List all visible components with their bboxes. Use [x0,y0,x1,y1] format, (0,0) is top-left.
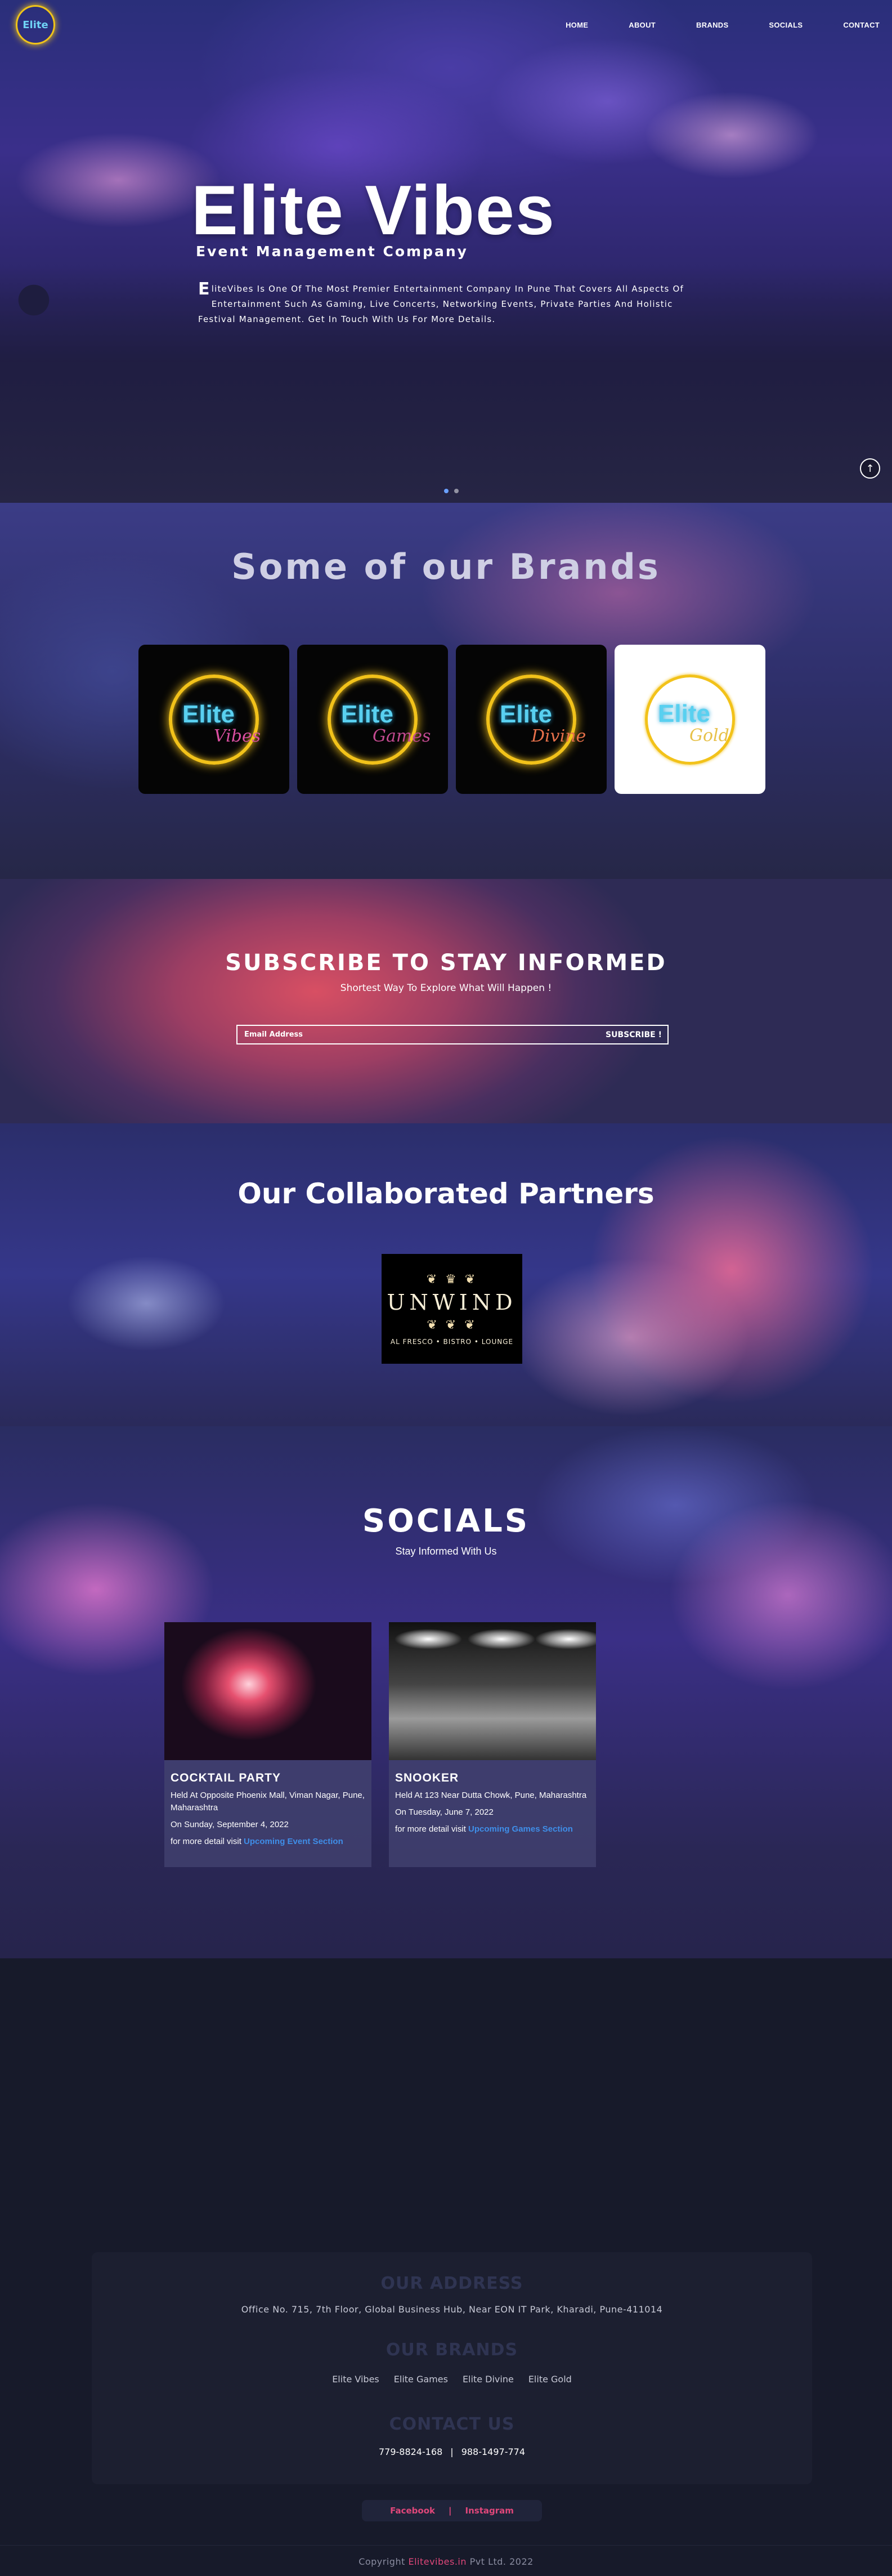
brand-card-gold[interactable]: Elite Gold [615,645,765,794]
socials-title: SOCIALS [362,1503,530,1539]
site-logo[interactable]: Elite [16,5,55,44]
event-more-link[interactable]: Upcoming Games Section [468,1824,573,1834]
brand-logo-sub: Games [373,726,431,746]
brand-cards: Elite Vibes Elite Games Elite Divine Eli… [138,645,765,794]
carousel-dot[interactable] [444,489,449,493]
footer-brand-link[interactable]: Elite Vibes [332,2374,379,2385]
divider [0,2545,892,2546]
event-location: Held At Opposite Phoenix Mall, Viman Nag… [171,1791,365,1812]
brand-logo-main: Elite [500,700,552,728]
address-heading: OUR ADDRESS [380,2274,523,2293]
logo-text: Elite [23,19,48,31]
nav-brands-link[interactable]: BRANDS [696,21,728,29]
footer-brand-link[interactable]: Elite Divine [463,2374,514,2385]
top-nav: Elite HOME ABOUT BRANDS SOCIALS CONTACT [0,0,892,50]
brands-heading: OUR BRANDS [386,2340,518,2360]
brand-card-divine[interactable]: Elite Divine [456,645,607,794]
event-more-prefix: for more detail visit [395,1824,469,1834]
nav-home-link[interactable]: HOME [566,21,588,29]
brand-logo-sub: Gold [689,725,729,745]
copyright: Copyright Elitevibes.in Pvt Ltd. 2022 [0,2556,892,2567]
brand-logo-main: Elite [658,699,710,727]
event-card-snooker[interactable]: SNOOKER Held At 123 Near Dutta Chowk, Pu… [389,1622,596,1867]
event-title: SNOOKER [395,1771,459,1784]
phone-link[interactable]: 988-1497-774 [461,2446,525,2457]
event-body: SNOOKER Held At 123 Near Dutta Chowk, Pu… [389,1760,596,1836]
nav-links: HOME ABOUT BRANDS SOCIALS CONTACT [566,21,880,29]
event-more: for more detail visit Upcoming Games Sec… [395,1823,590,1836]
hero-dropcap: E [198,279,210,299]
footer-brand-link[interactable]: Elite Gold [528,2374,572,2385]
subscribe-text: Shortest Way To Explore What Will Happen… [340,983,552,994]
hero-title: Elite Vibes [191,172,555,249]
subscribe-section: SUBSCRIBE TO STAY INFORMED Shortest Way … [0,879,892,1123]
footer: OUR ADDRESS Office No. 715, 7th Floor, G… [92,2252,812,2484]
brand-logo-main: Elite [182,700,235,728]
hero-carousel-dots [444,489,459,493]
event-image [389,1622,596,1760]
brand-logo-ring: Elite Vibes [169,674,261,765]
brands-section: Some of our Brands Elite Vibes Elite Gam… [0,503,892,879]
facebook-link[interactable]: Facebook [390,2506,435,2516]
brand-logo-sub: Vibes [214,726,261,746]
email-field[interactable] [237,1026,598,1043]
socials-subtitle: Stay Informed With Us [395,1546,497,1557]
brand-card-vibes[interactable]: Elite Vibes [138,645,289,794]
partners-section: Our Collaborated Partners ❦ ♛ ❦ UNWIND ❦… [0,1123,892,1426]
brands-title: Some of our Brands [231,546,661,587]
brand-logo-main: Elite [341,700,393,728]
copyright-prefix: Copyright [358,2556,409,2567]
footer-brand-list: Elite Vibes Elite Games Elite Divine Eli… [92,2374,812,2385]
brand-logo-ring: Elite Games [328,674,431,765]
nav-socials-link[interactable]: SOCIALS [769,21,803,29]
brand-logo-ring: Elite Gold [645,674,735,765]
hero-section: Elite Vibes Event Management Company Eli… [0,0,892,503]
event-title: COCKTAIL PARTY [171,1771,281,1784]
subscribe-title: SUBSCRIBE TO STAY INFORMED [225,950,667,976]
ornament-icon: ❦ ❦ ❦ [427,1318,477,1332]
nav-contact-link[interactable]: CONTACT [843,21,880,29]
event-more-link[interactable]: Upcoming Event Section [244,1837,343,1846]
social-links: Facebook | Instagram [362,2500,542,2521]
footer-brand-link[interactable]: Elite Games [394,2374,448,2385]
event-location: Held At 123 Near Dutta Chowk, Pune, Maha… [395,1791,587,1800]
social-divider: | [449,2506,452,2516]
instagram-link[interactable]: Instagram [465,2506,514,2516]
event-more-prefix: for more detail visit [171,1837,244,1846]
copyright-company-link[interactable]: Elitevibes.in [408,2556,467,2567]
event-body: COCKTAIL PARTY Held At Opposite Phoenix … [164,1760,371,1848]
address-text: Office No. 715, 7th Floor, Global Busine… [241,2304,663,2315]
event-image [164,1622,371,1760]
carousel-dot[interactable] [454,489,459,493]
contact-heading: CONTACT US [389,2414,515,2434]
hero-description: EliteVibes Is One Of The Most Premier En… [198,279,710,327]
partner-logo-name: UNWIND [387,1289,517,1315]
brand-logo-ring: Elite Divine [486,674,586,765]
hero-subtitle: Event Management Company [196,243,468,260]
contact-phones: 779-8824-168 | 988-1497-774 [92,2446,812,2457]
phone-divider: | [450,2446,454,2457]
subscribe-button[interactable]: SUBSCRIBE ! [598,1030,667,1039]
partners-title: Our Collaborated Partners [237,1177,655,1210]
subscribe-form: SUBSCRIBE ! [236,1025,669,1044]
event-date: On Tuesday, June 7, 2022 [395,1807,494,1817]
event-card-cocktail[interactable]: COCKTAIL PARTY Held At Opposite Phoenix … [164,1622,371,1867]
ornament-icon: ❦ ♛ ❦ [426,1272,478,1287]
copyright-suffix: Pvt Ltd. 2022 [467,2556,534,2567]
nav-about-link[interactable]: ABOUT [629,21,656,29]
event-date: On Sunday, September 4, 2022 [171,1820,289,1829]
brand-card-games[interactable]: Elite Games [297,645,448,794]
scroll-top-button[interactable]: ↑ [860,458,880,479]
partner-logo-tagline: AL FRESCO • BISTRO • LOUNGE [390,1337,514,1346]
brand-logo-sub: Divine [531,726,586,746]
phone-link[interactable]: 779-8824-168 [379,2446,442,2457]
hero-description-text: liteVibes Is One Of The Most Premier Ent… [198,284,684,324]
event-more: for more detail visit Upcoming Event Sec… [171,1836,365,1848]
partner-logo-unwind[interactable]: ❦ ♛ ❦ UNWIND ❦ ❦ ❦ AL FRESCO • BISTRO • … [382,1254,522,1364]
socials-section: SOCIALS Stay Informed With Us COCKTAIL P… [0,1426,892,1958]
arrow-up-icon: ↑ [866,462,875,475]
